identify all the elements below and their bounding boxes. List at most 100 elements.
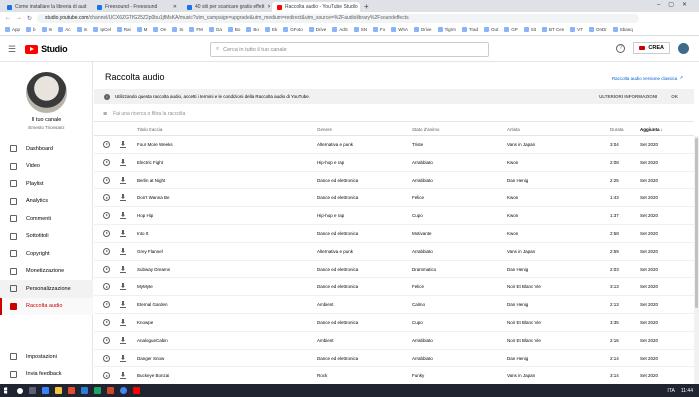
download-icon[interactable] <box>120 301 126 309</box>
table-row[interactable]: Don't Wanna Be Dance ed elettronica Felice… <box>94 189 694 208</box>
download-icon[interactable] <box>120 194 126 202</box>
channel-avatar[interactable] <box>26 72 67 113</box>
play-icon[interactable] <box>103 372 110 380</box>
forward-icon[interactable]: → <box>16 15 22 21</box>
close-icon[interactable]: ✕ <box>173 2 177 12</box>
channel-label[interactable]: Il tuo canale <box>0 117 93 123</box>
browser-tab-1[interactable]: Freesound - Freesound ✕ <box>92 2 180 12</box>
bookmark-item[interactable]: Si <box>170 27 185 32</box>
bookmark-item[interactable]: FM <box>187 27 205 32</box>
reload-icon[interactable]: ↻ <box>27 15 32 22</box>
bookmark-item[interactable]: Bo <box>244 27 261 32</box>
play-icon[interactable] <box>103 176 110 184</box>
sidebar-item-personalizzazione[interactable]: Personalizzazione <box>0 280 93 298</box>
table-row[interactable]: Berlin at Night Dance ed elettronica Arrab… <box>94 172 694 190</box>
scrollbar[interactable] <box>694 136 699 384</box>
bookmark-item[interactable]: Sbanq <box>611 27 635 32</box>
play-icon[interactable] <box>103 141 110 148</box>
play-icon[interactable] <box>103 247 110 255</box>
app-icon[interactable] <box>68 387 75 394</box>
channel-search[interactable]: ⌕ Cerca in tutto il tuo canale <box>210 42 489 57</box>
col-genre[interactable]: Genere <box>317 124 332 136</box>
download-icon[interactable] <box>120 141 126 148</box>
back-icon[interactable]: ← <box>5 15 11 21</box>
task-view-icon[interactable] <box>29 387 36 394</box>
table-row[interactable]: Electric Fight Hip-hop e rap Arrabbiato Kwo… <box>94 154 694 172</box>
close-icon[interactable]: ✕ <box>89 2 90 12</box>
sidebar-item-monetizzazione[interactable]: Monetizzazione <box>0 263 93 281</box>
sidebar-item-sottotitoli[interactable]: Sottotitoli <box>0 228 93 246</box>
bookmark-item[interactable]: Bo <box>226 27 243 32</box>
bookmark-item[interactable]: In <box>75 27 90 32</box>
excel-icon[interactable] <box>94 387 101 394</box>
classic-library-link[interactable]: Raccolta audio versione classica ↗ <box>612 75 683 81</box>
studio-logo[interactable]: Studio <box>25 44 68 54</box>
col-added[interactable]: Aggiunta ↓ <box>640 124 663 136</box>
create-button[interactable]: CREA <box>633 42 670 54</box>
table-row[interactable]: Subway Dreams Dance ed elettronica Drammat… <box>94 261 694 279</box>
bookmark-item[interactable]: Out <box>482 27 500 32</box>
folder-icon[interactable] <box>55 387 62 394</box>
account-avatar[interactable] <box>678 42 689 54</box>
sidebar-item-dashboard[interactable]: Dashboard <box>0 140 93 158</box>
more-info-button[interactable]: ULTERIORI INFORMAZIONI <box>599 94 657 99</box>
table-row[interactable]: AnalogueCabin Ambient Arrabbiato Noir Et Bl… <box>94 332 694 350</box>
table-row[interactable]: Buckeye Bonzai Rock Funky Vans in Japan 3:14… <box>94 367 694 384</box>
bookmark-item[interactable]: Rai <box>115 27 133 32</box>
bookmark-item[interactable]: SN <box>352 27 369 32</box>
powerpoint-icon[interactable] <box>107 387 114 394</box>
bookmark-item[interactable]: In <box>40 27 55 32</box>
clock-time[interactable]: 11:44 <box>681 388 693 394</box>
play-icon[interactable] <box>103 318 110 326</box>
sidebar-item-commenti[interactable]: Commenti <box>0 210 93 228</box>
sidebar-item-impostazioni[interactable]: Impostazioni <box>0 348 93 366</box>
col-mood[interactable]: Stato d'animo <box>412 124 439 136</box>
download-icon[interactable] <box>120 372 126 380</box>
filter-bar[interactable]: ≡ Fai una ricerca o filtra la raccolta <box>94 107 694 122</box>
bookmark-item[interactable]: Trad <box>460 27 480 32</box>
help-icon[interactable]: ? <box>616 43 626 53</box>
play-icon[interactable] <box>103 158 110 166</box>
close-icon[interactable]: ✕ <box>267 2 270 12</box>
bookmark-item[interactable]: VT <box>568 27 585 32</box>
bookmark-item[interactable]: WhA <box>389 27 410 32</box>
download-icon[interactable] <box>120 318 126 326</box>
bookmark-item[interactable]: b <box>24 27 38 32</box>
browser-tab-3[interactable]: Raccolta audio - YouTube Studio✕ <box>272 2 360 12</box>
bookmark-item[interactable]: On <box>151 27 168 32</box>
bookmark-item[interactable]: Fo <box>371 27 387 32</box>
bookmark-item[interactable]: GFoto <box>281 27 305 32</box>
edge-icon[interactable] <box>42 387 49 394</box>
sidebar-item-copyright[interactable]: Copyright <box>0 245 93 263</box>
col-title[interactable]: Titolo traccia <box>137 124 162 136</box>
play-icon[interactable] <box>103 229 110 237</box>
download-icon[interactable] <box>120 229 126 237</box>
download-icon[interactable] <box>120 283 126 291</box>
chrome-icon[interactable] <box>120 387 127 394</box>
sidebar-item-playlist[interactable]: Playlist <box>0 175 93 193</box>
menu-icon[interactable]: ☰ <box>8 44 16 55</box>
table-row[interactable]: Danger Snow Dance ed elettronica Arrabbiat… <box>94 350 694 368</box>
play-icon[interactable] <box>103 301 110 309</box>
play-icon[interactable] <box>103 283 110 291</box>
url-field[interactable]: studio.youtube.com/channel/UCX6ZGTfG25Z2… <box>37 13 639 23</box>
search-icon[interactable] <box>17 387 23 394</box>
table-row[interactable]: Grey Flannel Alternativa e punk Arrabbiato… <box>94 243 694 261</box>
filter-input[interactable]: Fai una ricerca o filtra la raccolta <box>113 111 185 117</box>
ok-button[interactable]: OK <box>671 94 678 99</box>
table-row[interactable]: Into It Dance ed elettronica Motivante Kwon… <box>94 225 694 243</box>
bookmark-item[interactable]: IpCel <box>91 27 113 32</box>
browser-tab-2[interactable]: 40 siti per scaricare gratis effett ✕ <box>182 2 270 12</box>
bookmark-item[interactable]: GP <box>502 27 520 32</box>
search-input[interactable]: Cerca in tutto il tuo canale <box>223 47 287 53</box>
download-icon[interactable] <box>120 212 126 220</box>
sidebar-item-video[interactable]: Video <box>0 158 93 176</box>
bookmark-item[interactable]: BT Cen <box>540 27 566 32</box>
table-row[interactable]: Hop Hip Hip-hop e rap Cupo Kwon 1:37 Set 2020 <box>94 207 694 225</box>
bookmark-item[interactable]: OnDr <box>587 27 609 32</box>
table-row[interactable]: MyMyte Dance ed elettronica Felice Noir Et … <box>94 278 694 297</box>
play-icon[interactable] <box>103 212 110 220</box>
bookmark-item[interactable]: Ek <box>263 27 279 32</box>
bookmark-item[interactable]: Drive <box>412 27 434 32</box>
download-icon[interactable] <box>120 265 126 273</box>
